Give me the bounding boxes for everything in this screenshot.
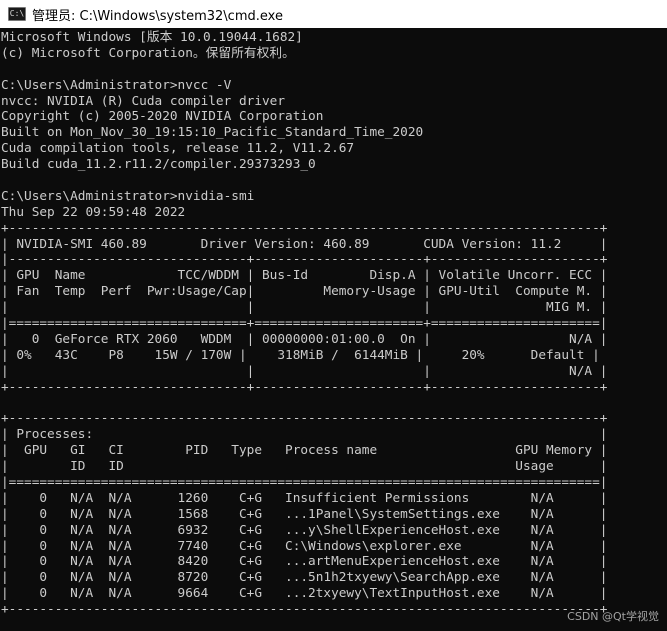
scrollbar[interactable] xyxy=(650,28,667,631)
console-line: | | | N/A | xyxy=(1,363,608,379)
console-line: | ID ID Usage | xyxy=(1,459,608,475)
console-line: | GPU GI CI PID Type Process name GPU Me… xyxy=(1,443,608,459)
console-line: |=======================================… xyxy=(1,474,608,490)
console-line: +-------------------------------+-------… xyxy=(1,379,608,395)
cmd-icon: C:\ xyxy=(8,7,26,21)
watermark-text: CSDN @Qt学视觉 xyxy=(567,610,659,623)
console-line: +---------------------------------------… xyxy=(1,411,608,427)
console-line: Built on Mon_Nov_30_19:15:10_Pacific_Sta… xyxy=(1,125,424,141)
console-line: |-------------------------------+-------… xyxy=(1,252,608,268)
console-line: | 0 N/A N/A 8420 C+G ...artMenuExperienc… xyxy=(1,554,608,570)
console-line: | 0% 43C P8 15W / 170W | 318MiB / 6144Mi… xyxy=(1,347,600,363)
console-line: C:\Users\Administrator>nvcc -V xyxy=(1,77,232,93)
console-line: Microsoft Windows [版本 10.0.19044.1682] xyxy=(1,30,303,45)
console-line: | | | MIG M. | xyxy=(1,300,608,316)
console-line: Copyright (c) 2005-2020 NVIDIA Corporati… xyxy=(1,109,324,125)
console-line: | 0 N/A N/A 8720 C+G ...5n1h2txyewy\Sear… xyxy=(1,570,608,586)
console-line: Build cuda_11.2.r11.2/compiler.29373293_… xyxy=(1,157,316,173)
console-output[interactable]: Microsoft Windows [版本 10.0.19044.1682] (c… xyxy=(1,30,633,631)
console-line: | 0 N/A N/A 1260 C+G Insufficient Permis… xyxy=(1,490,608,506)
console-line: Thu Sep 22 09:59:48 2022 xyxy=(1,204,186,220)
console-line: (c) Microsoft Corporation。保留所有权利。 xyxy=(1,45,295,61)
console-line: | 0 GeForce RTX 2060 WDDM | 00000000:01:… xyxy=(1,331,608,347)
console-line: +---------------------------------------… xyxy=(1,220,608,236)
console-line: nvcc: NVIDIA (R) Cuda compiler driver xyxy=(1,93,286,109)
console-line: | NVIDIA-SMI 460.89 Driver Version: 460.… xyxy=(1,236,608,252)
console-line: | 0 N/A N/A 1568 C+G ...1Panel\SystemSet… xyxy=(1,506,608,522)
console-line: | 0 N/A N/A 9664 C+G ...2txyewy\TextInpu… xyxy=(1,586,608,602)
console-line: | Fan Temp Perf Pwr:Usage/Cap| Memory-Us… xyxy=(1,284,608,300)
console-line: | 0 N/A N/A 7740 C+G C:\Windows\explorer… xyxy=(1,538,608,554)
console-line: |===============================+=======… xyxy=(1,316,608,332)
cmd-window: C:\ 管理员: C:\Windows\system32\cmd.exe Mic… xyxy=(0,0,667,631)
console-line: C:\Users\Administrator>nvidia-smi xyxy=(1,188,255,204)
console-line: +---------------------------------------… xyxy=(1,602,608,618)
console-line: | 0 N/A N/A 6932 C+G ...y\ShellExperienc… xyxy=(1,522,608,538)
console-line: | Processes: | xyxy=(1,427,608,443)
console-line: | GPU Name TCC/WDDM | Bus-Id Disp.A | Vo… xyxy=(1,268,608,284)
console-line: Cuda compilation tools, release 11.2, V1… xyxy=(1,141,355,157)
window-title: 管理员: C:\Windows\system32\cmd.exe xyxy=(32,8,283,24)
title-bar[interactable]: C:\ 管理员: C:\Windows\system32\cmd.exe xyxy=(0,0,667,28)
